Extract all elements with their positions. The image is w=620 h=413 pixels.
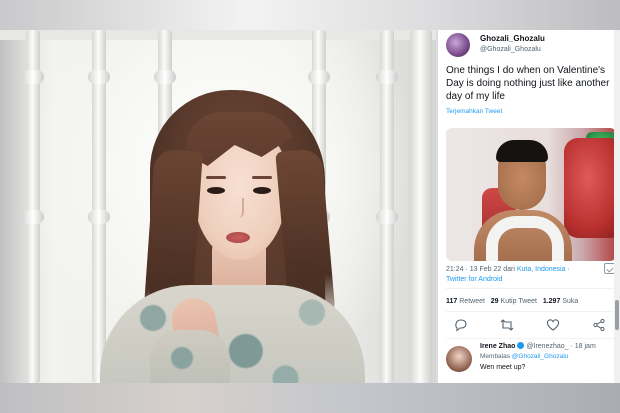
replying-to-handle[interactable]: @Ghozali_Ghozalu (512, 353, 568, 360)
quote-label[interactable]: Kutip Tweet (501, 298, 537, 305)
like-label[interactable]: Suka (562, 298, 578, 305)
baluster (410, 30, 432, 383)
tweet-photo[interactable] (446, 128, 616, 261)
reply-author-handle[interactable]: @Irenezhao_ (526, 343, 568, 350)
heart-icon[interactable] (546, 318, 560, 332)
like-count[interactable]: 1.297 (543, 298, 561, 305)
man-hair (496, 140, 548, 162)
sweater (100, 285, 365, 383)
eye (207, 187, 225, 194)
lips (226, 232, 250, 243)
tweet-header: Ghozali_Ghozalu @Ghozali_Ghozalu (446, 33, 616, 59)
reply-time: · 18 jam (570, 343, 596, 350)
share-icon[interactable] (592, 318, 606, 332)
blurred-top-border (0, 0, 620, 30)
eyebrow (252, 176, 272, 179)
author-handle[interactable]: @Ghozali_Ghozalu (480, 46, 541, 53)
towel (486, 216, 564, 261)
baluster (22, 30, 44, 383)
author-avatar[interactable] (446, 33, 470, 57)
gaming-chair (564, 138, 616, 238)
nose (236, 198, 244, 218)
meta-separator: · (567, 266, 570, 273)
sleeve (150, 330, 230, 383)
scrollbar-thumb[interactable] (615, 300, 619, 330)
blurred-bottom-border (0, 383, 620, 413)
tweet-text: One things I do when on Valentine's Day … (446, 65, 610, 102)
reply-text: Wen meet up? (480, 364, 526, 371)
divider (446, 311, 616, 312)
verified-badge-icon (517, 342, 525, 349)
eyebrow (206, 176, 226, 179)
baluster (376, 30, 398, 383)
scrollbar[interactable] (614, 30, 620, 383)
baluster (88, 30, 110, 383)
retweet-icon[interactable] (500, 318, 514, 332)
retweet-count[interactable]: 117 (446, 298, 457, 305)
divider (446, 288, 616, 289)
eye (253, 187, 271, 194)
portrait-photo (0, 30, 436, 383)
quote-count[interactable]: 29 (491, 298, 499, 305)
reply-header: Irene Zhao @Irenezhao_ · 18 jam (480, 342, 596, 350)
screenshot-frame: Ghozali_Ghozalu @Ghozali_Ghozalu One thi… (0, 0, 620, 413)
top-rail (0, 30, 436, 40)
author-name[interactable]: Ghozali_Ghozalu (480, 34, 545, 43)
tweet-panel: Ghozali_Ghozalu @Ghozali_Ghozalu One thi… (438, 30, 620, 383)
reply-author-name[interactable]: Irene Zhao (480, 343, 515, 350)
translate-tweet-link[interactable]: Terjemahkan Tweet (446, 108, 502, 115)
retweet-label[interactable]: Retweet (459, 298, 485, 305)
tweet-stats: 117 Retweet 29 Kutip Tweet 1.297 Suka (446, 298, 578, 305)
reply-avatar[interactable] (446, 346, 472, 372)
reply-icon[interactable] (454, 318, 468, 332)
tweet-actions (446, 318, 614, 334)
tweet-location-link[interactable]: Kuta, Indonesia (517, 266, 566, 273)
replying-to-label: Membalas (480, 353, 510, 360)
tweet-time: 21:24 · 13 Feb 22 dari (446, 266, 515, 273)
divider (446, 338, 616, 339)
tweet-meta: 21:24 · 13 Feb 22 dari Kuta, Indonesia ·… (446, 265, 604, 285)
replying-to: Membalas @Ghozali_Ghozalu (480, 353, 568, 360)
tweet-source-link[interactable]: Twitter for Android (446, 276, 502, 283)
